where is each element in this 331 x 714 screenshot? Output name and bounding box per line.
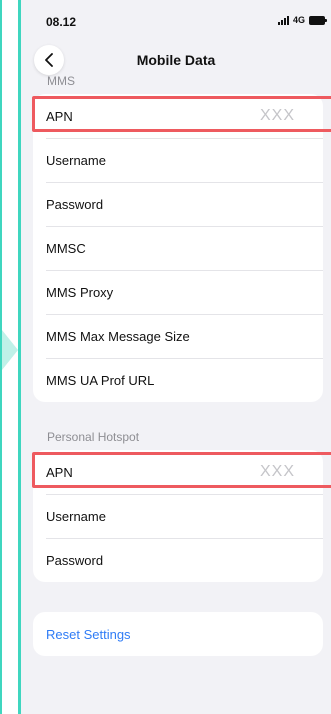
row-label: MMS Max Message Size (46, 328, 190, 344)
row-label: Password (46, 196, 104, 212)
hotspot-username-row[interactable]: Username (33, 494, 323, 538)
section-header-mms: MMS (47, 74, 75, 88)
row-label: APN (46, 464, 73, 480)
hotspot-settings-card: APN XXX Username Password (33, 450, 323, 582)
status-bar: 08.12 4G (21, 0, 331, 40)
mms-apn-row[interactable]: APN XXX (33, 94, 323, 138)
hotspot-password-row[interactable]: Password (33, 538, 323, 582)
row-label: Username (46, 152, 106, 168)
battery-icon (309, 15, 327, 25)
row-label: MMSC (46, 240, 86, 256)
row-label: MMS Proxy (46, 284, 114, 300)
status-indicators: 4G (277, 15, 327, 25)
hotspot-apn-row[interactable]: APN XXX (33, 450, 323, 494)
mms-max-size-row[interactable]: MMS Max Message Size (33, 314, 323, 358)
section-header-hotspot: Personal Hotspot (47, 430, 140, 444)
mmsc-row[interactable]: MMSC (33, 226, 323, 270)
reset-settings-button[interactable]: Reset Settings (33, 612, 323, 656)
row-label: Password (46, 552, 104, 568)
row-label: MMS UA Prof URL (46, 372, 155, 388)
status-time: 08.12 (46, 15, 77, 29)
network-type: 4G (292, 15, 305, 25)
mms-settings-card: APN XXX Username Password MMSC MMS Proxy… (33, 94, 323, 402)
row-label: Username (46, 508, 106, 524)
page-title: Mobile Data (136, 52, 216, 68)
mms-apn-value: XXX (259, 107, 295, 124)
phone-screen: 08.12 4G Mobile Data MMS APN XXX Usernam… (18, 0, 331, 714)
row-label: APN (46, 108, 73, 124)
mms-ua-prof-url-row[interactable]: MMS UA Prof URL (33, 358, 323, 402)
mms-username-row[interactable]: Username (33, 138, 323, 182)
mms-password-row[interactable]: Password (33, 182, 323, 226)
reset-card: Reset Settings (33, 612, 323, 656)
screenshot-stage: 08.12 4G Mobile Data MMS APN XXX Usernam… (0, 0, 331, 714)
signal-icon (277, 15, 289, 25)
frame-notch (2, 330, 18, 370)
mms-proxy-row[interactable]: MMS Proxy (33, 270, 323, 314)
hotspot-apn-value: XXX (259, 463, 295, 480)
